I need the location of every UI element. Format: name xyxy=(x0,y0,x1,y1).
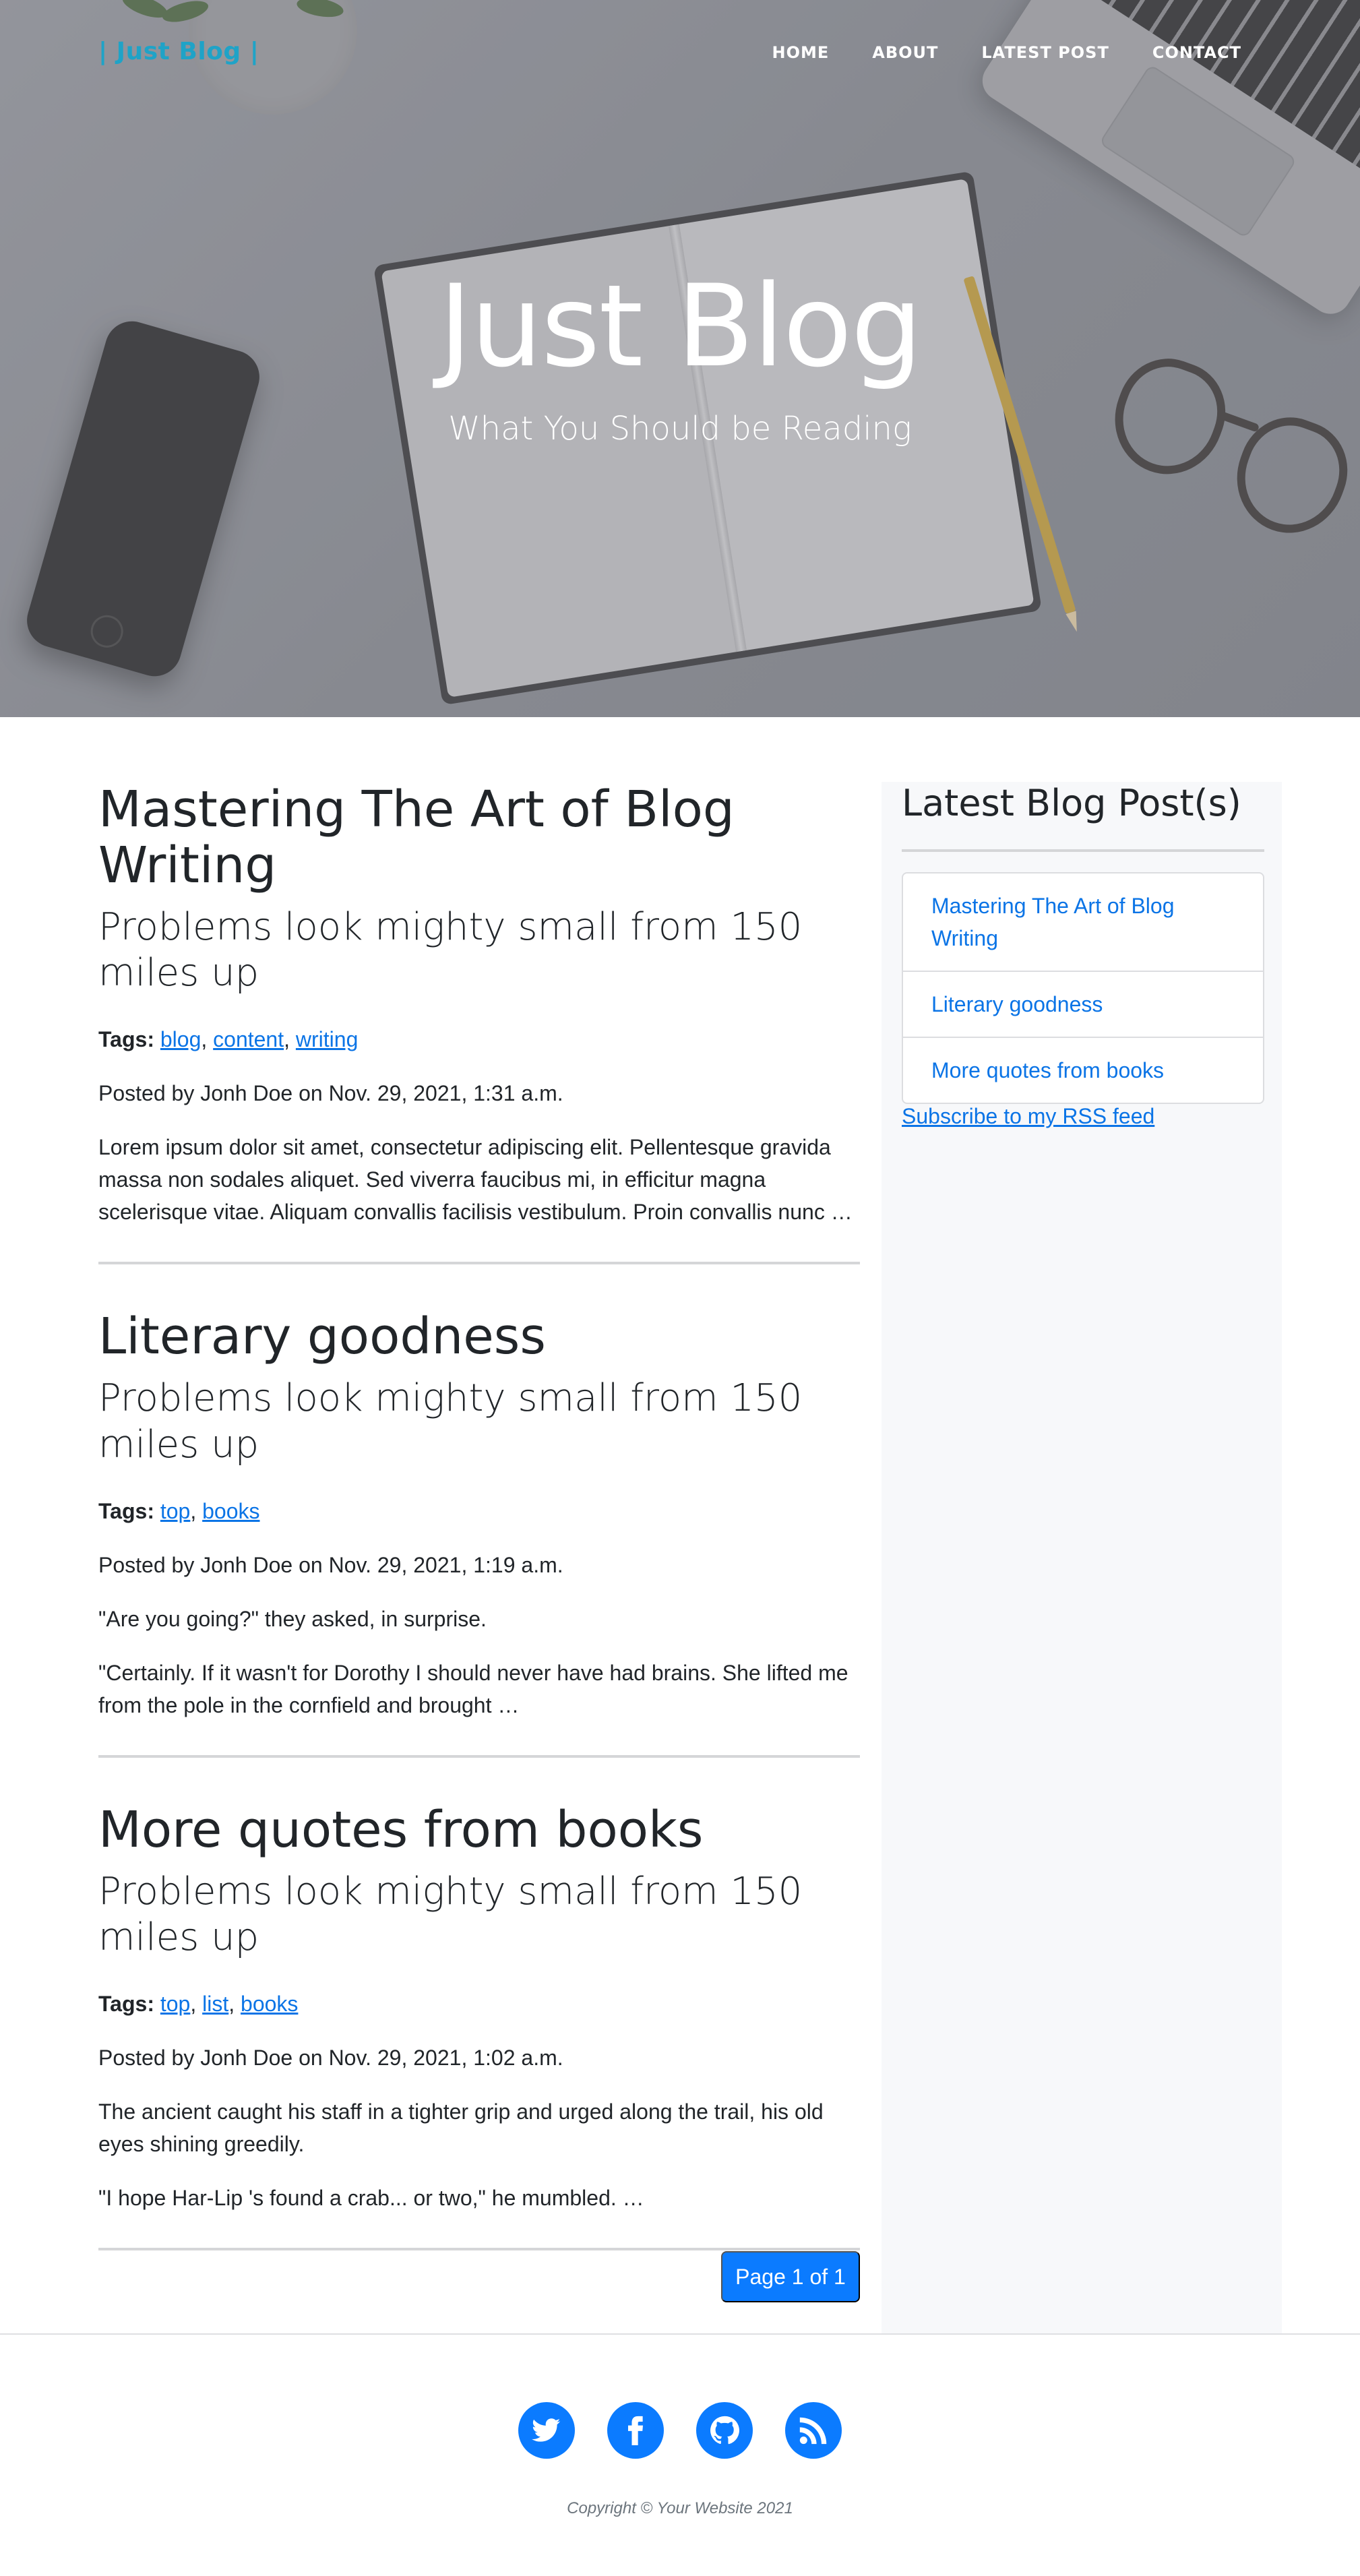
post-meta: Posted by Jonh Doe on Nov. 29, 2021, 1:0… xyxy=(98,2046,563,2071)
post-title-link[interactable]: More quotes from books xyxy=(98,1802,860,1858)
nav-about-link[interactable]: ABOUT xyxy=(872,43,938,62)
latest-post-link[interactable]: Literary goodness xyxy=(903,972,1263,1038)
post-excerpt: Lorem ipsum dolor sit amet, consectetur … xyxy=(98,1135,853,1225)
post-list: Mastering The Art of Blog Writing Proble… xyxy=(98,782,860,2295)
tag-link[interactable]: list xyxy=(202,1992,228,2016)
post-excerpt: The ancient caught his staff in a tighte… xyxy=(98,2099,824,2157)
tags-label: Tags: xyxy=(98,1498,154,1523)
post-title-link[interactable]: Literary goodness xyxy=(98,1309,860,1365)
rss-subscribe-link[interactable]: Subscribe to my RSS feed xyxy=(902,1104,1154,1128)
brand-link[interactable]: | Just Blog | xyxy=(98,38,259,65)
github-link[interactable] xyxy=(696,2402,753,2459)
pagination-button[interactable]: Page 1 of 1 xyxy=(721,2251,860,2302)
post-title-link[interactable]: Mastering The Art of Blog Writing xyxy=(98,782,860,894)
social-links xyxy=(0,2402,1360,2459)
rss-icon xyxy=(799,2417,827,2445)
hero-title: Just Blog xyxy=(438,260,923,392)
post-subtitle: Problems look mighty small from 150 mile… xyxy=(98,904,803,995)
tag-link[interactable]: blog xyxy=(160,1027,202,1051)
nav-contact-link[interactable]: CONTACT xyxy=(1152,43,1241,62)
copyright-text: Copyright © Your Website 2021 xyxy=(567,2499,793,2517)
latest-posts-list: Mastering The Art of Blog Writing Litera… xyxy=(902,872,1264,1104)
post-subtitle: Problems look mighty small from 150 mile… xyxy=(98,1376,803,1467)
footer: Copyright © Your Website 2021 xyxy=(0,2333,1360,2576)
rss-link[interactable] xyxy=(785,2402,842,2459)
nav-latest-post-link[interactable]: LATEST POST xyxy=(981,43,1109,62)
post-tags: Tags: top, books xyxy=(98,1498,260,1523)
rss-subscribe: Subscribe to my RSS feed xyxy=(902,1104,1154,1129)
hero-subtitle: What You Should be Reading xyxy=(448,410,912,448)
hero-header: | Just Blog | HOME ABOUT LATEST POST CON… xyxy=(0,0,1360,717)
tag-link[interactable]: books xyxy=(202,1499,259,1523)
tag-link[interactable]: writing xyxy=(296,1027,358,1051)
post-excerpt: "Are you going?" they asked, in surprise… xyxy=(98,1606,487,1631)
sidebar-title: Latest Blog Post(s) xyxy=(902,782,1241,824)
post-subtitle: Problems look mighty small from 150 mile… xyxy=(98,1869,803,1960)
latest-post-link[interactable]: Mastering The Art of Blog Writing xyxy=(903,873,1263,972)
tags-label: Tags: xyxy=(98,1027,154,1052)
post-meta: Posted by Jonh Doe on Nov. 29, 2021, 1:3… xyxy=(98,1081,563,1106)
twitter-icon xyxy=(532,2418,561,2442)
sidebar: Latest Blog Post(s) Mastering The Art of… xyxy=(882,782,1282,2333)
post-excerpt: "I hope Har-Lip 's found a crab... or tw… xyxy=(98,2186,644,2211)
main-nav: HOME ABOUT LATEST POST CONTACT xyxy=(772,43,1241,62)
tag-link[interactable]: top xyxy=(160,1499,190,1523)
sidebar-divider xyxy=(902,849,1264,852)
twitter-link[interactable] xyxy=(518,2402,575,2459)
facebook-link[interactable] xyxy=(607,2402,664,2459)
tag-link[interactable]: top xyxy=(160,1992,190,2016)
github-icon xyxy=(710,2416,739,2445)
post-preview: Mastering The Art of Blog Writing Proble… xyxy=(98,782,860,1265)
facebook-icon xyxy=(628,2416,643,2445)
post-preview: More quotes from books Problems look mig… xyxy=(98,1802,860,2251)
nav-home-link[interactable]: HOME xyxy=(772,43,829,62)
tag-link[interactable]: books xyxy=(241,1992,298,2016)
tag-link[interactable]: content xyxy=(213,1027,284,1051)
tags-label: Tags: xyxy=(98,1992,154,2017)
post-tags: Tags: blog, content, writing xyxy=(98,1027,359,1052)
post-preview: Literary goodness Problems look mighty s… xyxy=(98,1309,860,1758)
post-excerpt: "Certainly. If it wasn't for Dorothy I s… xyxy=(98,1660,848,1717)
post-meta: Posted by Jonh Doe on Nov. 29, 2021, 1:1… xyxy=(98,1552,563,1577)
latest-post-link[interactable]: More quotes from books xyxy=(903,1038,1263,1103)
post-tags: Tags: top, list, books xyxy=(98,1992,299,2017)
